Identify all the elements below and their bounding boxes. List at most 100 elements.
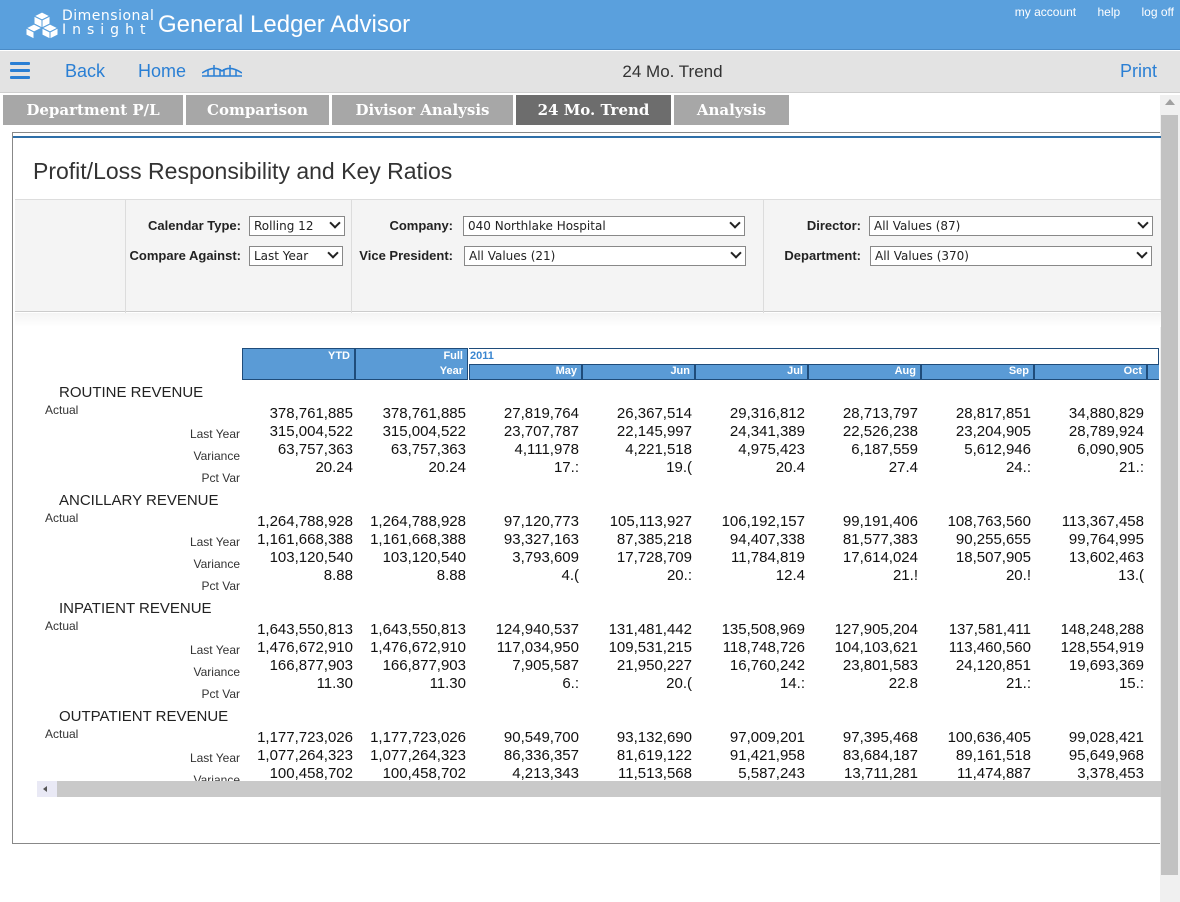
table-cell: 81,577,383 (842, 531, 918, 548)
vice-president-select[interactable]: All Values (21) (464, 246, 746, 266)
row-label: Last Year (189, 535, 240, 549)
my-account-link[interactable]: my account (1015, 5, 1076, 19)
table-cell: 148,248,288 (1060, 621, 1144, 638)
column-header-ytd-label: YTD (328, 350, 350, 362)
column-header-month[interactable]: Jun (582, 364, 695, 380)
row-label: Actual (45, 511, 79, 525)
row-label: Actual (45, 619, 79, 633)
tab-24-mo-trend[interactable]: 24 Mo. Trend (516, 95, 671, 125)
table-cell: 1,476,672,910 (257, 639, 353, 656)
table-cell: 7,905,587 (512, 657, 579, 674)
table-cell: 86,336,357 (503, 747, 579, 764)
table-cell: 166,877,903 (382, 657, 466, 674)
section-heading: ANCILLARY REVENUE (59, 492, 219, 509)
table-cell: 124,940,537 (495, 621, 579, 638)
table-cell: 21.! (892, 567, 918, 584)
compare-against-select[interactable]: Last Year (249, 246, 343, 266)
section-heading: ROUTINE REVENUE (59, 384, 204, 401)
scroll-up-icon[interactable] (1165, 99, 1175, 105)
column-header-month[interactable]: Sep (921, 364, 1034, 380)
table-cell: 23,204,905 (955, 423, 1031, 440)
tab-divisor-analysis[interactable]: Divisor Analysis (332, 95, 513, 125)
app-header: Dimensional Insight General Ledger Advis… (0, 0, 1180, 50)
table-cell: 1,177,723,026 (370, 729, 466, 746)
table-cell: 6,187,559 (851, 441, 918, 458)
tab-comparison[interactable]: Comparison (186, 95, 329, 125)
table-cell: 97,395,468 (842, 729, 918, 746)
column-header-month-label: Oct (1123, 365, 1142, 377)
department-select[interactable]: All Values (370) (870, 246, 1152, 266)
table-cell: 103,120,540 (382, 549, 466, 566)
column-header-month-label: May (555, 365, 577, 377)
department-value: All Values (370) (875, 249, 969, 263)
page-title: 24 Mo. Trend (622, 62, 723, 81)
table-cell: 22.8 (888, 675, 918, 692)
calendar-type-select[interactable]: Rolling 12 (249, 216, 345, 236)
table-cell: 14.: (779, 675, 805, 692)
column-header-month[interactable]: Oct (1034, 364, 1147, 380)
table-cell: 20.! (1005, 567, 1031, 584)
log-off-link[interactable]: log off (1142, 5, 1174, 19)
table-cell: 90,549,700 (503, 729, 579, 746)
compare-against-value: Last Year (254, 249, 309, 263)
table-cell: 378,761,885 (269, 405, 353, 422)
table-cell: 15.: (1118, 675, 1144, 692)
vice-president-value: All Values (21) (469, 249, 556, 263)
column-header-month-label: Aug (894, 365, 916, 377)
table-cell: 18,507,905 (955, 549, 1031, 566)
chevron-down-icon (329, 217, 341, 229)
row-label: Variance (193, 665, 240, 679)
table-cell: 117,034,950 (496, 639, 579, 656)
column-header-year-label: Year (439, 365, 463, 377)
tab-department-pl[interactable]: Department P/L (3, 95, 183, 125)
table-cell: 29,316,812 (729, 405, 805, 422)
row-label: Pct Var (201, 687, 240, 701)
table-cell: 131,481,442 (608, 621, 692, 638)
row-label: Actual (45, 403, 79, 417)
scroll-left-icon[interactable] (37, 781, 57, 797)
calendar-type-label: Calendar Type: (148, 218, 241, 233)
table-cell: 17,728,709 (616, 549, 692, 566)
column-header-month[interactable]: Jul (695, 364, 808, 380)
table-cell: 24.: (1005, 459, 1031, 476)
table-cell: 127,905,204 (834, 621, 918, 638)
table-cell: 137,581,411 (948, 621, 1031, 638)
table-cell: 97,120,773 (503, 513, 579, 530)
table-cell: 106,192,157 (721, 513, 805, 530)
table-cell: 23,801,583 (842, 657, 918, 674)
table-cell: 27,819,764 (503, 405, 579, 422)
table-cell: 63,757,363 (390, 441, 466, 458)
column-header-full-year[interactable]: Full Year (355, 348, 468, 380)
tab-bar: Department P/L Comparison Divisor Analys… (3, 95, 792, 125)
company-select[interactable]: 040 Northlake Hospital (463, 216, 745, 236)
table-cell: 11.30 (316, 675, 353, 692)
table-cell: 104,103,621 (834, 639, 918, 656)
print-button[interactable]: Print (1120, 61, 1157, 82)
table-cell: 378,761,885 (382, 405, 466, 422)
column-header-month[interactable] (1147, 364, 1159, 380)
table-cell: 4,111,978 (514, 441, 579, 458)
filter-shadow (15, 313, 1161, 327)
table-cell: 1,643,550,813 (257, 621, 353, 638)
table-cell: 315,004,522 (269, 423, 353, 440)
table-cell: 103,120,540 (269, 549, 353, 566)
horizontal-scrollbar[interactable] (37, 781, 1161, 797)
help-link[interactable]: help (1097, 5, 1120, 19)
table-cell: 81,619,122 (616, 747, 692, 764)
row-label: Last Year (189, 751, 240, 765)
column-header-month[interactable]: May (469, 364, 582, 380)
scrollbar-thumb[interactable] (1161, 115, 1178, 875)
column-header-month[interactable]: Aug (808, 364, 921, 380)
director-select[interactable]: All Values (87) (869, 216, 1153, 236)
brand-line-2: Insight (62, 22, 152, 38)
column-header-ytd[interactable]: YTD (242, 348, 355, 380)
panel-divider (13, 136, 1161, 138)
table-cell: 5,612,946 (964, 441, 1031, 458)
compare-against-label: Compare Against: (129, 248, 241, 263)
table-cell: 118,748,726 (722, 639, 805, 656)
vertical-scrollbar[interactable] (1160, 95, 1180, 902)
table-cell: 108,763,560 (947, 513, 1031, 530)
table-cell: 11,784,819 (731, 549, 805, 566)
tab-analysis[interactable]: Analysis (674, 95, 789, 125)
table-cell: 20.4 (775, 459, 805, 476)
